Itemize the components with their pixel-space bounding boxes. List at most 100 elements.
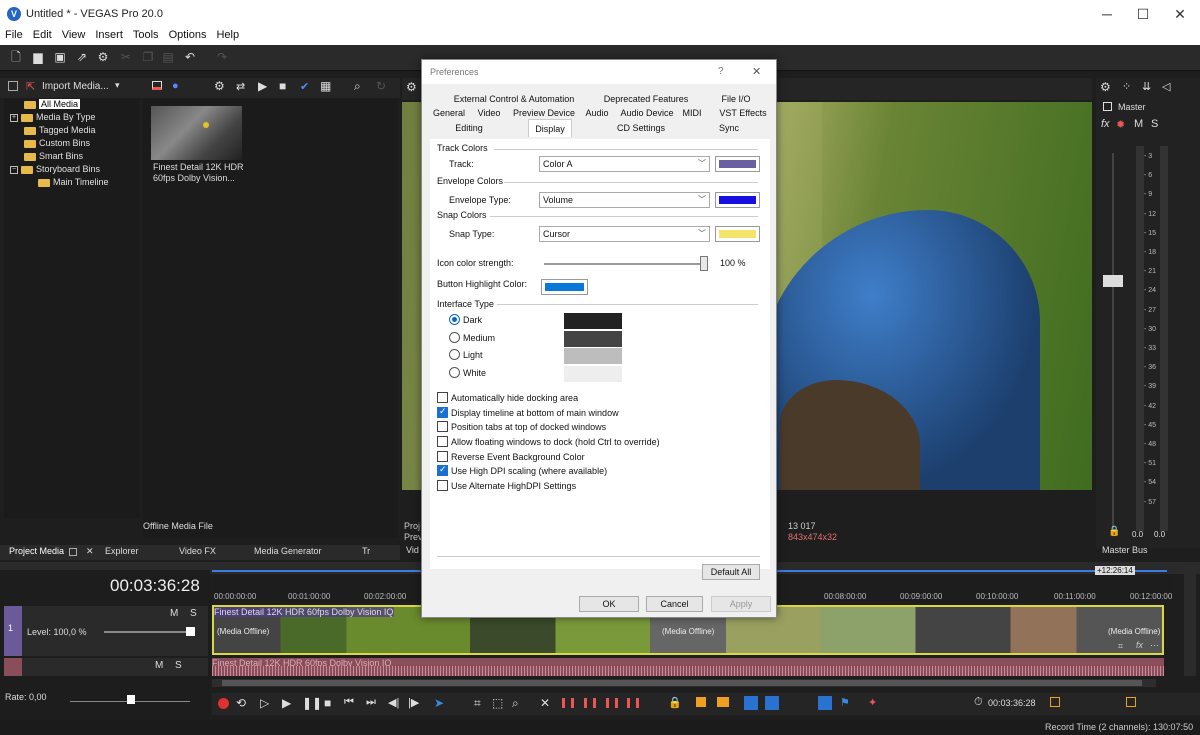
envelope-tool-icon[interactable]: ⌗ — [474, 696, 481, 711]
master-fx-power-icon[interactable]: ✹ — [1116, 118, 1125, 131]
zoom-tool-icon[interactable]: ⌕ — [512, 696, 519, 711]
tab-media-generator[interactable]: Media Generator — [254, 546, 322, 556]
menu-edit[interactable]: Edit — [28, 28, 57, 42]
button-highlight-swatch[interactable] — [541, 279, 588, 295]
tab-audio[interactable]: Audio — [584, 106, 610, 121]
redo-icon[interactable]: ↷ — [214, 49, 230, 65]
go-to-end-icon[interactable]: ⏭ — [366, 696, 376, 709]
import-media-icon[interactable]: ⇱ — [26, 80, 35, 93]
tab-sync[interactable]: Sync — [716, 121, 742, 136]
icon-strength-slider-thumb[interactable] — [700, 256, 708, 271]
rate-slider-handle[interactable] — [127, 695, 135, 704]
default-all-button[interactable]: Default All — [702, 564, 760, 580]
audio-event[interactable]: Finest Detail 12K HDR 60fps Dolby Vision… — [212, 658, 1164, 676]
import-media-button[interactable]: Import Media... — [42, 81, 109, 92]
tab-cd-settings[interactable]: CD Settings — [614, 121, 668, 136]
snap-type-select[interactable]: Cursor ﹀ — [539, 226, 710, 242]
expand-icon[interactable]: + — [10, 113, 18, 122]
auto-ripple-icon[interactable] — [765, 696, 779, 710]
scrollbar-thumb[interactable] — [222, 680, 1142, 686]
tab-master-bus[interactable]: Master Bus — [1102, 545, 1148, 555]
maximize-icon[interactable]: ☐ — [1133, 4, 1153, 24]
media-thumbnail[interactable] — [151, 106, 242, 160]
refresh-icon[interactable]: ↻ — [376, 79, 386, 93]
option-checkbox[interactable] — [437, 392, 448, 403]
option-checkbox[interactable] — [437, 464, 448, 476]
option-checkbox[interactable] — [437, 406, 448, 418]
new-file-icon[interactable]: 🗋 — [8, 49, 24, 65]
close-icon[interactable]: ✕ — [1170, 4, 1190, 24]
selection-tool-icon[interactable]: ⬚ — [492, 696, 503, 710]
track-color-select[interactable]: Color A ﹀ — [539, 156, 710, 172]
event-more-icon[interactable]: ⋯ — [1150, 640, 1159, 651]
tree-item-custom-bins[interactable]: Custom Bins — [4, 137, 139, 150]
web-icon[interactable]: ● — [172, 80, 179, 92]
event-pan-crop-icon[interactable]: ⌗ — [1118, 641, 1123, 652]
tree-item-smart-bins[interactable]: Smart Bins — [4, 150, 139, 163]
render-icon[interactable]: ⇗ — [74, 49, 90, 65]
video-track-solo[interactable]: S — [190, 608, 197, 619]
master-settings-icon[interactable]: ⚙ — [1100, 80, 1111, 94]
tab-video-preview[interactable]: Vid — [406, 545, 419, 555]
chevron-down-icon[interactable]: ▾ — [115, 80, 120, 91]
envelope-color-swatch[interactable] — [715, 192, 760, 208]
menu-help[interactable]: Help — [211, 28, 244, 42]
radio-dark[interactable] — [449, 314, 460, 325]
master-dim-icon[interactable]: ◁ — [1162, 80, 1170, 93]
radio-white[interactable] — [449, 367, 460, 378]
dialog-close-icon[interactable]: ✕ — [752, 65, 761, 78]
stop-icon[interactable]: ■ — [324, 696, 331, 710]
split-icon[interactable] — [606, 698, 618, 708]
trim-start-icon[interactable] — [562, 698, 574, 708]
master-fx-icon[interactable]: fx — [1101, 118, 1110, 130]
snapping-icon[interactable] — [744, 696, 758, 710]
video-track-mute[interactable]: M — [170, 608, 178, 619]
trim-icon[interactable] — [627, 698, 639, 708]
master-checkbox[interactable] — [1103, 102, 1112, 111]
settings-icon[interactable]: ⚙ — [95, 49, 111, 65]
record-icon[interactable] — [218, 698, 229, 709]
tab-editing[interactable]: Editing — [452, 121, 486, 136]
marker-icon[interactable] — [696, 697, 706, 707]
tab-display[interactable]: Display — [528, 119, 572, 137]
menu-file[interactable]: File — [0, 28, 28, 42]
track-color-swatch[interactable] — [715, 156, 760, 172]
trim-end-icon[interactable] — [584, 698, 596, 708]
tree-item-all-media[interactable]: All Media — [4, 98, 139, 111]
tree-item-tagged-media[interactable]: Tagged Media — [4, 124, 139, 137]
auto-preview-icon[interactable]: ✔ — [300, 80, 309, 93]
event-fx-icon[interactable]: fx — [1136, 640, 1143, 650]
preview-settings-icon[interactable]: ⚙ — [406, 80, 417, 94]
tab-file-io[interactable]: File I/O — [714, 92, 758, 107]
capture-icon[interactable] — [152, 81, 162, 90]
ok-button[interactable]: OK — [579, 596, 639, 612]
media-fx-icon[interactable]: ⇄ — [236, 80, 245, 93]
panel-close-icon[interactable] — [8, 81, 18, 91]
color-match-icon[interactable]: ✦ — [868, 696, 877, 709]
envelope-type-select[interactable]: Volume ﹀ — [539, 192, 710, 208]
tab-close-icon[interactable]: ✕ — [86, 546, 94, 557]
help-icon[interactable]: ? — [718, 66, 724, 77]
tab-project-media[interactable]: Project Media — [9, 546, 64, 556]
menu-view[interactable]: View — [57, 28, 91, 42]
master-lock-icon[interactable]: 🔒 — [1108, 526, 1120, 537]
tab-external-control[interactable]: External Control & Automation — [452, 92, 576, 107]
open-folder-icon[interactable]: ▆ — [30, 49, 46, 65]
go-to-start-icon[interactable]: ⏮ — [344, 696, 354, 709]
option-checkbox[interactable] — [437, 421, 448, 432]
loop-icon[interactable]: ⟲ — [236, 696, 246, 710]
level-slider-handle[interactable] — [186, 627, 195, 636]
ignore-grouping-icon[interactable]: ⚑ — [840, 696, 850, 709]
tab-midi[interactable]: MIDI — [680, 106, 704, 121]
master-mono-icon[interactable]: ⇊ — [1142, 80, 1151, 93]
master-downmix-icon[interactable]: ⁘ — [1122, 80, 1131, 93]
option-checkbox[interactable] — [437, 436, 448, 447]
lock-envelopes-icon[interactable] — [818, 696, 832, 710]
search-icon[interactable]: ⌕ — [354, 79, 361, 94]
delete-icon[interactable]: ✕ — [540, 696, 550, 710]
tab-video[interactable]: Video — [476, 106, 502, 121]
audio-track-mute[interactable]: M — [155, 660, 163, 671]
tab-video-fx[interactable]: Video FX — [179, 546, 216, 556]
tree-item-media-by-type[interactable]: + Media By Type — [4, 111, 139, 124]
cancel-button[interactable]: Cancel — [646, 596, 703, 612]
